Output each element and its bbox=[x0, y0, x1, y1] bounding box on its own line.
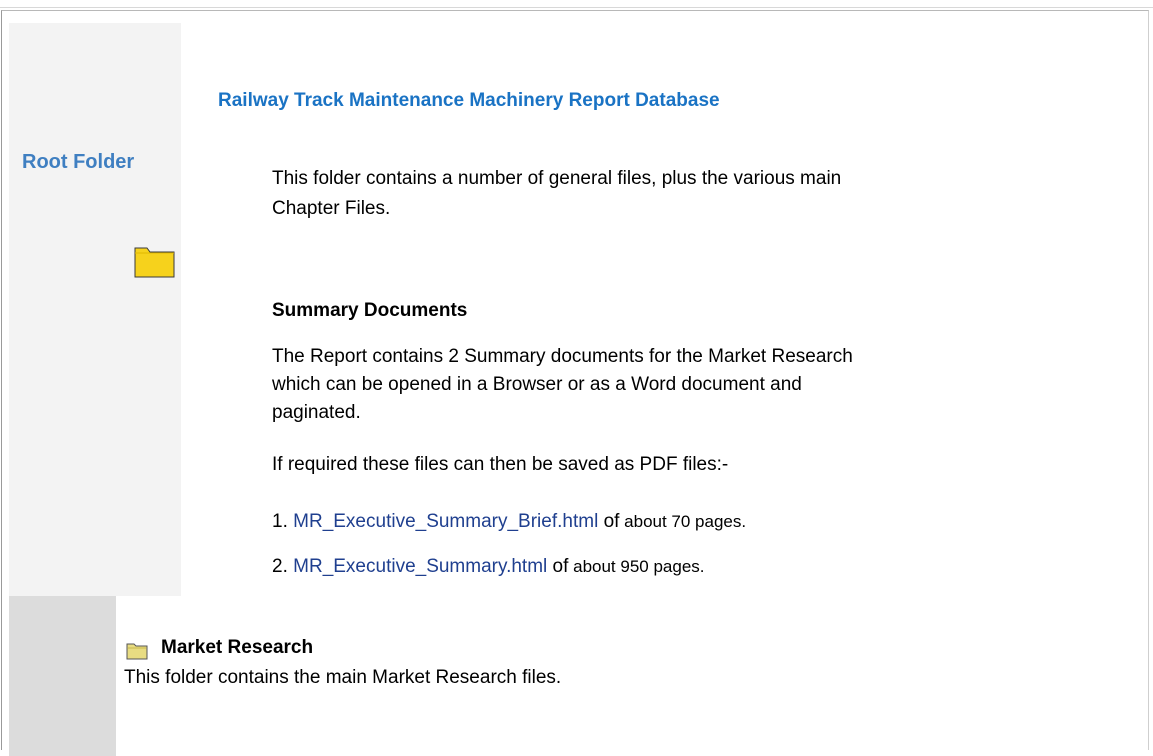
intro-text: This folder contains a number of general… bbox=[272, 168, 842, 219]
top-rule bbox=[0, 7, 1153, 8]
list-item: 2. MR_Executive_Summary.html of about 95… bbox=[272, 556, 705, 578]
summary-text: The Report contains 2 Summary documents … bbox=[272, 346, 853, 423]
list-of: of bbox=[603, 511, 620, 532]
sidebar-top bbox=[9, 23, 181, 596]
root-folder-label: Root Folder bbox=[22, 151, 135, 173]
list-item: 1. MR_Executive_Summary_Brief.html of ab… bbox=[272, 511, 746, 533]
file-link-full[interactable]: MR_Executive_Summary.html bbox=[293, 556, 547, 577]
summary-heading: Summary Documents bbox=[272, 300, 468, 321]
list-tail: about 950 pages. bbox=[568, 557, 705, 576]
pdf-instruction-text: If required these files can then be save… bbox=[272, 454, 729, 475]
folder-icon[interactable] bbox=[126, 641, 148, 661]
list-number: 2. bbox=[272, 556, 288, 577]
folder-icon[interactable] bbox=[133, 244, 177, 279]
market-research-heading[interactable]: Market Research bbox=[161, 637, 313, 659]
list-of: of bbox=[552, 556, 569, 577]
list-number: 1. bbox=[272, 511, 288, 532]
file-link-brief[interactable]: MR_Executive_Summary_Brief.html bbox=[293, 511, 598, 532]
list-tail: about 70 pages. bbox=[619, 512, 747, 531]
market-research-text: This folder contains the main Market Res… bbox=[124, 667, 562, 688]
page-title: Railway Track Maintenance Machinery Repo… bbox=[218, 90, 720, 111]
sidebar-bottom bbox=[9, 596, 116, 756]
